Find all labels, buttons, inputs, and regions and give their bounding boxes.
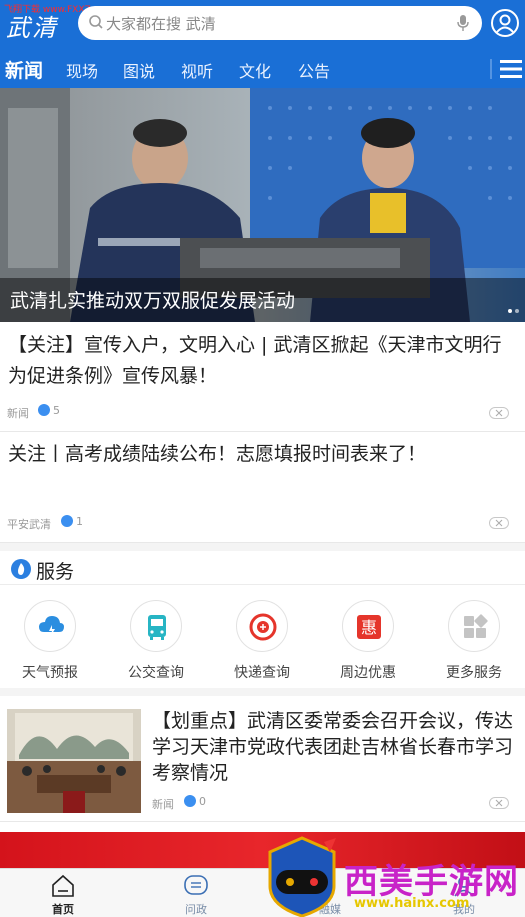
app-header: 武清 飞翔下载 www.FXXZ.com 大家都在搜 武清 新闻 现场 图说 视… <box>0 0 525 88</box>
nav-label: 首页 <box>52 903 74 916</box>
service-label: 周边优惠 <box>340 665 396 681</box>
news-source: 新闻 <box>152 798 174 811</box>
like-count: 0 <box>184 795 206 808</box>
close-icon <box>495 409 503 417</box>
nav-home[interactable]: 首页 <box>28 873 98 917</box>
service-label: 更多服务 <box>446 665 502 681</box>
discount-icon: 惠 <box>357 615 381 639</box>
headline-banner[interactable]: 武清扎实推动双万双服促发展活动 <box>0 88 525 322</box>
service-label: 快递查询 <box>234 665 290 681</box>
service-discount[interactable]: 惠 周边优惠 <box>318 600 418 682</box>
tab-video[interactable]: 视听 <box>181 58 213 82</box>
news-item[interactable]: 关注丨高考成绩陆续公布！志愿填报时间表来了！ 平安武清 1 <box>0 432 525 543</box>
service-section-header: 服务 <box>0 543 525 585</box>
news-source: 平安武清 <box>7 518 51 531</box>
home-icon <box>52 874 74 897</box>
category-tabs: 新闻 现场 图说 视听 文化 公告 <box>0 50 525 86</box>
tab-notice[interactable]: 公告 <box>298 58 330 82</box>
thumbs-up-icon <box>38 404 50 416</box>
watermark-url: www.hainx.com <box>354 896 470 911</box>
news-item[interactable]: 【关注】宣传入户，文明入心 | 武清区掀起《天津市文明行为促进条例》宣传风暴！ … <box>0 322 525 432</box>
microphone-icon[interactable] <box>456 14 470 32</box>
service-more[interactable]: 更多服务 <box>424 600 524 682</box>
svg-text:惠: 惠 <box>361 618 377 637</box>
search-bar[interactable]: 大家都在搜 武清 <box>78 6 482 40</box>
thumbs-up-icon <box>61 515 73 527</box>
site-watermark: 西美手游网 www.hainx.com <box>262 836 525 917</box>
meeting-photo <box>7 709 141 813</box>
service-bus[interactable]: 公交查询 <box>106 600 206 682</box>
close-icon <box>495 519 503 527</box>
message-icon <box>184 875 208 895</box>
article-title[interactable]: 【划重点】武清区委常委会召开会议，传达学习天津市党政代表团赴吉林省长春市学习考察… <box>152 708 516 786</box>
service-weather[interactable]: 天气预报 <box>0 600 100 682</box>
user-profile-icon[interactable] <box>490 8 520 38</box>
dismiss-button[interactable] <box>489 517 509 529</box>
article-thumbnail[interactable] <box>7 709 141 813</box>
news-source: 新闻 <box>7 407 29 420</box>
close-icon <box>495 799 503 807</box>
news-item-with-thumbnail[interactable]: 【划重点】武清区委常委会召开会议，传达学习天津市党政代表团赴吉林省长春市学习考察… <box>0 704 525 822</box>
weather-icon <box>39 616 64 637</box>
express-icon <box>249 613 277 641</box>
like-count: 5 <box>38 404 60 417</box>
carousel-indicator <box>505 298 519 317</box>
nav-label: 问政 <box>185 903 207 916</box>
gamepad-logo <box>268 836 336 917</box>
thumbs-up-icon <box>184 795 196 807</box>
tab-live[interactable]: 现场 <box>66 58 98 82</box>
like-count: 1 <box>61 515 83 528</box>
service-express[interactable]: 快递查询 <box>212 600 312 682</box>
search-icon <box>89 15 103 29</box>
service-title: 服务 <box>36 561 75 583</box>
carousel-dot <box>508 309 512 313</box>
carousel-dot <box>515 309 519 313</box>
dismiss-button[interactable] <box>489 797 509 809</box>
flame-icon <box>11 559 31 579</box>
news-title[interactable]: 【关注】宣传入户，文明入心 | 武清区掀起《天津市文明行为促进条例》宣传风暴！ <box>8 330 517 392</box>
bus-icon <box>148 615 166 640</box>
tab-culture[interactable]: 文化 <box>239 58 271 82</box>
more-services-icon <box>464 614 488 638</box>
service-label: 天气预报 <box>22 665 78 681</box>
service-label: 公交查询 <box>128 665 184 681</box>
tab-pictures[interactable]: 图说 <box>123 58 155 82</box>
nav-inquiry[interactable]: 问政 <box>161 873 231 917</box>
search-placeholder: 大家都在搜 武清 <box>106 15 216 33</box>
menu-icon[interactable] <box>488 56 524 82</box>
dismiss-button[interactable] <box>489 407 509 419</box>
top-bar: 武清 飞翔下载 www.FXXZ.com 大家都在搜 武清 <box>0 0 525 46</box>
tab-news[interactable]: 新闻 <box>5 56 43 83</box>
banner-title[interactable]: 武清扎实推动双万双服促发展活动 <box>10 286 295 313</box>
news-title[interactable]: 关注丨高考成绩陆续公布！志愿填报时间表来了！ <box>8 439 517 470</box>
service-grid: 天气预报 公交查询 快递查询 惠 周边优惠 更多服务 <box>0 586 525 696</box>
